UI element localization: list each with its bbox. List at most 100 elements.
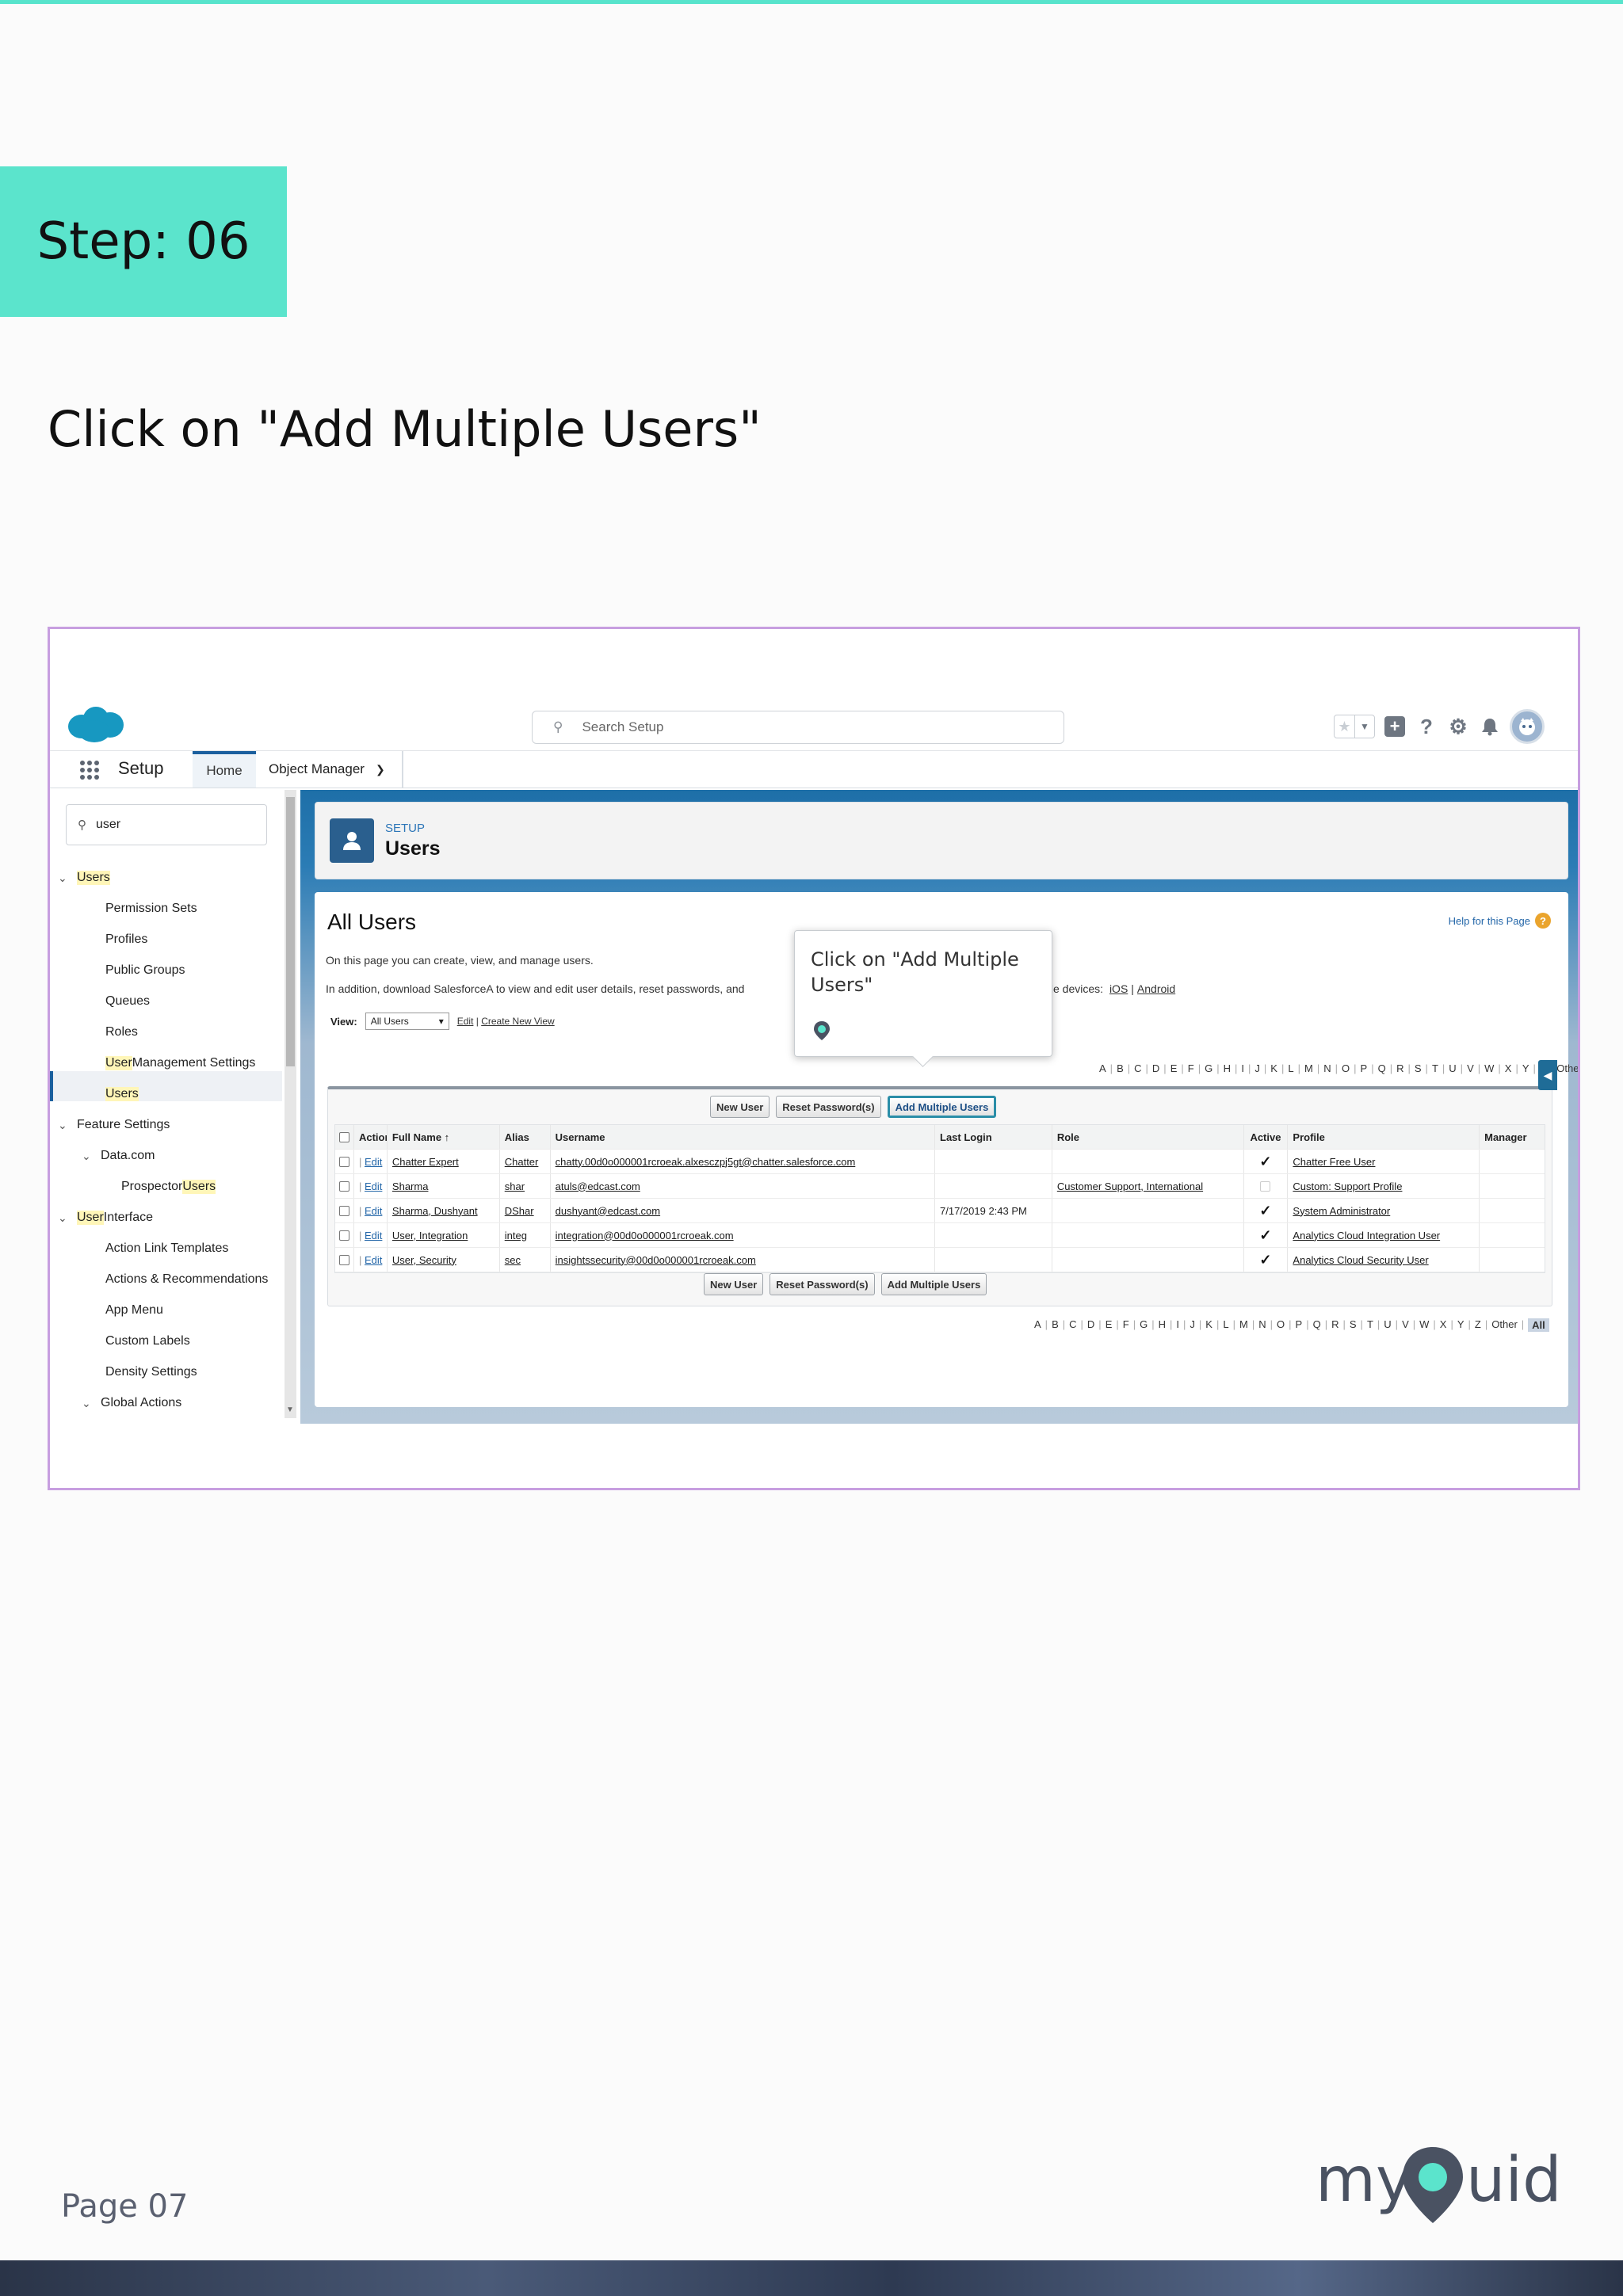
alias-link[interactable]: DShar bbox=[505, 1205, 534, 1217]
add-multiple-users-button-bottom[interactable]: Add Multiple Users bbox=[880, 1273, 987, 1295]
edit-view-link[interactable]: Edit bbox=[457, 1016, 474, 1027]
tab-home[interactable]: Home bbox=[193, 751, 256, 788]
column-header-profile[interactable]: Profile bbox=[1288, 1125, 1480, 1149]
edit-link[interactable]: Edit bbox=[365, 1156, 382, 1168]
alpha-top-letter-j[interactable]: J bbox=[1254, 1062, 1260, 1076]
sidebar-item-action-link-templates[interactable]: Action Link Templates bbox=[105, 1234, 228, 1264]
alpha-bottom-letter-p[interactable]: P bbox=[1296, 1318, 1303, 1332]
sidebar-item-roles[interactable]: Roles bbox=[105, 1017, 138, 1047]
column-header-manager[interactable]: Manager bbox=[1480, 1125, 1545, 1149]
alpha-top-letter-b[interactable]: B bbox=[1117, 1062, 1124, 1076]
sidebar-item-global-actions[interactable]: ⌄ Global Actions bbox=[82, 1388, 181, 1418]
username-link[interactable]: chatty.00d0o000001rcroeak.alxesczpj5gt@c… bbox=[556, 1156, 856, 1168]
sidebar-item-profiles[interactable]: Profiles bbox=[105, 925, 147, 955]
alpha-top-letter-l[interactable]: L bbox=[1288, 1062, 1293, 1076]
column-header-active[interactable]: Active bbox=[1244, 1125, 1289, 1149]
bell-icon[interactable] bbox=[1478, 715, 1502, 738]
alpha-bottom-letter-g[interactable]: G bbox=[1140, 1318, 1148, 1332]
alpha-bottom-letter-u[interactable]: U bbox=[1384, 1318, 1391, 1332]
search-setup-input[interactable]: ⚲ Search Setup bbox=[532, 711, 1064, 744]
full-name-link[interactable]: User, Integration bbox=[392, 1230, 468, 1241]
edit-link[interactable]: Edit bbox=[365, 1254, 382, 1266]
alpha-bottom-letter-r[interactable]: R bbox=[1331, 1318, 1338, 1332]
sidebar-scrollbar-thumb[interactable] bbox=[286, 797, 295, 1066]
alpha-top-letter-c[interactable]: C bbox=[1134, 1062, 1141, 1076]
reset-password-button[interactable]: Reset Password(s) bbox=[776, 1096, 881, 1118]
alpha-top-letter-s[interactable]: S bbox=[1415, 1062, 1422, 1076]
alpha-bottom-letter-z[interactable]: Z bbox=[1475, 1318, 1481, 1332]
select-all-checkbox[interactable] bbox=[338, 1131, 349, 1142]
row-checkbox[interactable] bbox=[338, 1254, 349, 1265]
full-name-link[interactable]: Chatter Expert bbox=[392, 1156, 459, 1168]
reset-password-button-bottom[interactable]: Reset Password(s) bbox=[769, 1273, 875, 1295]
row-checkbox[interactable] bbox=[338, 1205, 349, 1216]
alpha-top-letter-x[interactable]: X bbox=[1505, 1062, 1512, 1076]
view-select[interactable]: All Users ▾ bbox=[365, 1013, 449, 1030]
sidebar-item-actions-recommendations[interactable]: Actions & Recommendations bbox=[105, 1264, 268, 1295]
alpha-top-letter-n[interactable]: N bbox=[1323, 1062, 1331, 1076]
row-checkbox[interactable] bbox=[338, 1230, 349, 1241]
column-header-role[interactable]: Role bbox=[1052, 1125, 1244, 1149]
new-user-button-bottom[interactable]: New User bbox=[704, 1273, 764, 1295]
alpha-bottom-letter-all[interactable]: All bbox=[1528, 1318, 1549, 1332]
add-multiple-users-button[interactable]: Add Multiple Users bbox=[887, 1096, 997, 1118]
quick-find-input[interactable]: ⚲ user bbox=[66, 804, 267, 845]
alias-link[interactable]: shar bbox=[505, 1180, 525, 1192]
alpha-bottom-letter-j[interactable]: J bbox=[1190, 1318, 1195, 1332]
full-name-link[interactable]: Sharma, Dushyant bbox=[392, 1205, 478, 1217]
android-link[interactable]: Android bbox=[1137, 982, 1175, 995]
alpha-top-letter-o[interactable]: O bbox=[1342, 1062, 1350, 1076]
sidebar-item-feature-settings[interactable]: ⌄ Feature Settings bbox=[58, 1110, 170, 1140]
profile-link[interactable]: Custom: Support Profile bbox=[1293, 1180, 1402, 1192]
alpha-bottom-letter-f[interactable]: F bbox=[1123, 1318, 1129, 1332]
alpha-bottom-letter-c[interactable]: C bbox=[1069, 1318, 1076, 1332]
sidebar-item-queues[interactable]: Queues bbox=[105, 986, 150, 1016]
sidebar-item-prospector-users[interactable]: Prospector Users bbox=[121, 1172, 216, 1202]
sidebar-item-user-management-settings[interactable]: User Management Settings bbox=[105, 1048, 255, 1078]
alpha-top-letter-h[interactable]: H bbox=[1224, 1062, 1231, 1076]
sidebar-item-custom-labels[interactable]: Custom Labels bbox=[105, 1326, 190, 1356]
sidebar-item-app-menu[interactable]: App Menu bbox=[105, 1295, 163, 1325]
help-icon[interactable]: ? bbox=[1415, 715, 1438, 738]
alpha-top-letter-g[interactable]: G bbox=[1205, 1062, 1212, 1076]
alpha-top-letter-e[interactable]: E bbox=[1170, 1062, 1178, 1076]
alpha-top-letter-v[interactable]: V bbox=[1467, 1062, 1474, 1076]
avatar[interactable] bbox=[1510, 709, 1545, 744]
alpha-bottom-letter-s[interactable]: S bbox=[1350, 1318, 1357, 1332]
alpha-bottom-letter-q[interactable]: Q bbox=[1313, 1318, 1321, 1332]
alpha-top-letter-i[interactable]: I bbox=[1241, 1062, 1244, 1076]
alpha-bottom-letter-k[interactable]: K bbox=[1205, 1318, 1212, 1332]
alpha-bottom-letter-x[interactable]: X bbox=[1440, 1318, 1447, 1332]
sidebar-item-density-settings[interactable]: Density Settings bbox=[105, 1357, 197, 1387]
alpha-top-letter-w[interactable]: W bbox=[1484, 1062, 1494, 1076]
alias-link[interactable]: Chatter bbox=[505, 1156, 539, 1168]
salesforce-logo-icon[interactable] bbox=[66, 704, 124, 744]
alpha-bottom-letter-t[interactable]: T bbox=[1367, 1318, 1373, 1332]
sidebar-item-public-groups[interactable]: Public Groups bbox=[105, 955, 185, 986]
alpha-bottom-letter-h[interactable]: H bbox=[1159, 1318, 1166, 1332]
ios-link[interactable]: iOS bbox=[1109, 982, 1128, 995]
alias-link[interactable]: integ bbox=[505, 1230, 527, 1241]
collapse-panel-arrow-icon[interactable]: ◀ bbox=[1538, 1060, 1557, 1090]
username-link[interactable]: integration@00d0o000001rcroeak.com bbox=[556, 1230, 734, 1241]
sidebar-item-users-group[interactable]: ⌄ Users bbox=[58, 863, 110, 893]
column-header-username[interactable]: Username bbox=[551, 1125, 935, 1149]
profile-link[interactable]: Analytics Cloud Security User bbox=[1293, 1254, 1428, 1266]
alpha-bottom-letter-v[interactable]: V bbox=[1402, 1318, 1409, 1332]
role-link[interactable]: Customer Support, International bbox=[1057, 1180, 1203, 1192]
alpha-bottom-letter-y[interactable]: Y bbox=[1457, 1318, 1465, 1332]
alpha-bottom-letter-a[interactable]: A bbox=[1034, 1318, 1041, 1332]
alpha-top-letter-k[interactable]: K bbox=[1270, 1062, 1277, 1076]
alpha-bottom-letter-n[interactable]: N bbox=[1258, 1318, 1266, 1332]
alpha-bottom-letter-e[interactable]: E bbox=[1106, 1318, 1113, 1332]
alpha-top-letter-a[interactable]: A bbox=[1099, 1062, 1106, 1076]
sidebar-item-users[interactable]: Users bbox=[105, 1079, 139, 1109]
edit-link[interactable]: Edit bbox=[365, 1180, 382, 1192]
alpha-top-letter-u[interactable]: U bbox=[1449, 1062, 1456, 1076]
alpha-top-letter-f[interactable]: F bbox=[1188, 1062, 1194, 1076]
full-name-link[interactable]: Sharma bbox=[392, 1180, 429, 1192]
new-user-button[interactable]: New User bbox=[710, 1096, 770, 1118]
profile-link[interactable]: System Administrator bbox=[1293, 1205, 1390, 1217]
alias-link[interactable]: sec bbox=[505, 1254, 521, 1266]
gear-icon[interactable]: ⚙ bbox=[1446, 715, 1470, 738]
